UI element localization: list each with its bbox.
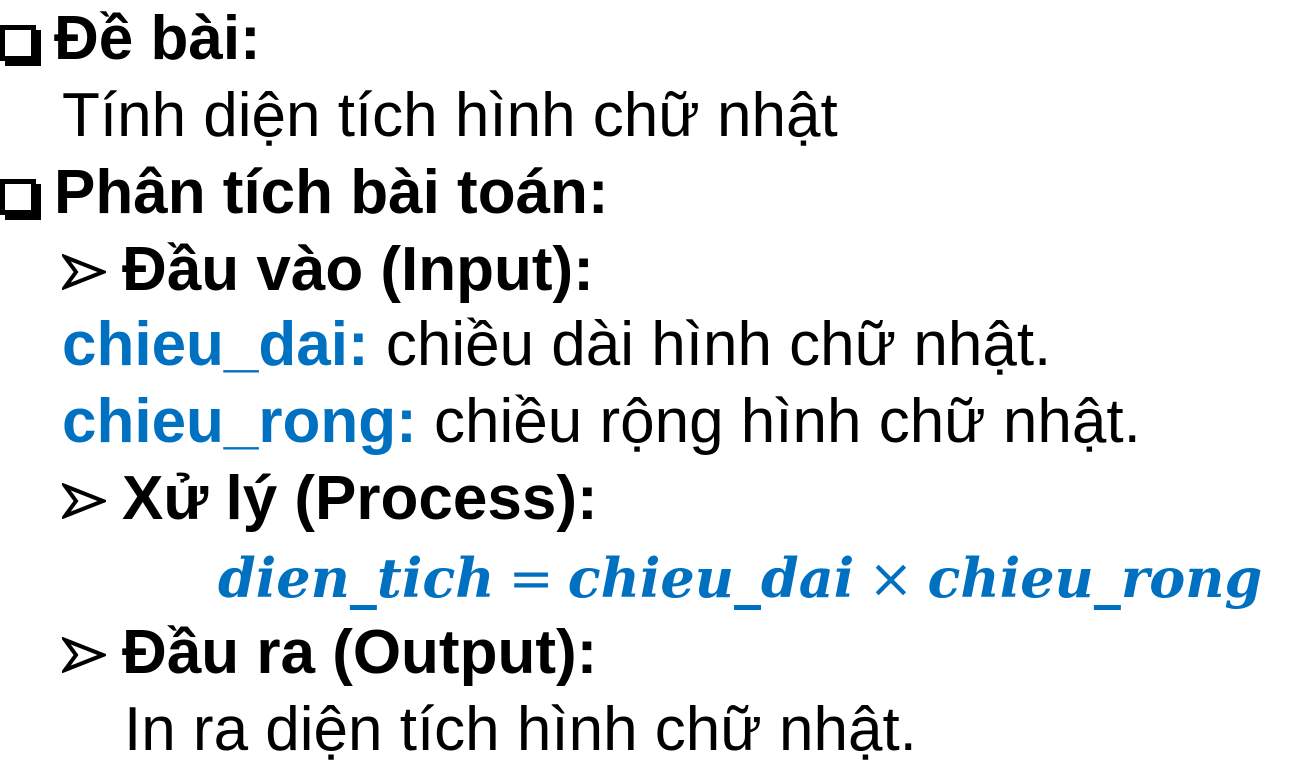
analysis-heading-line: Phân tích bài toán: [0,157,609,229]
var-description: chiều rộng hình chữ nhật. [416,387,1141,456]
checkbox-square-icon [0,25,36,61]
arrowhead-icon [62,637,106,673]
output-text: In ra diện tích hình chữ nhật. [124,695,917,760]
input-var-chieu-dai: chieu_dai: chiều dài hình chữ nhật. [62,309,1051,381]
analysis-heading: Phân tích bài toán: [54,158,609,227]
formula-operand-a: chieu_dai [567,546,855,610]
input-var-chieu-rong: chieu_rong: chiều rộng hình chữ nhật. [62,386,1141,458]
formula-equals: = [508,547,554,610]
input-heading: Đầu vào (Input): [122,235,594,304]
var-description: chiều dài hình chữ nhật. [368,310,1052,379]
formula-lhs: dien_tich [218,546,495,610]
var-name: chieu_dai: [62,310,369,379]
arrowhead-icon [62,483,106,519]
problem-heading: Đề bài: [54,4,261,73]
problem-statement: Tính diện tích hình chữ nhật [62,81,838,150]
formula-operand-b: chieu_rong [927,546,1263,610]
formula-times: × [868,547,914,610]
output-heading-line: Đầu ra (Output): [62,617,597,689]
process-heading-line: Xử lý (Process): [62,463,598,535]
process-formula: dien_tich = chieu_dai × chieu_rong [218,542,1262,615]
checkbox-square-icon [0,179,36,215]
arrowhead-icon [62,254,106,290]
input-heading-line: Đầu vào (Input): [62,234,594,306]
var-name: chieu_rong: [62,387,417,456]
problem-heading-line: Đề bài: [0,3,261,75]
process-heading: Xử lý (Process): [122,464,598,533]
output-heading: Đầu ra (Output): [122,618,598,687]
